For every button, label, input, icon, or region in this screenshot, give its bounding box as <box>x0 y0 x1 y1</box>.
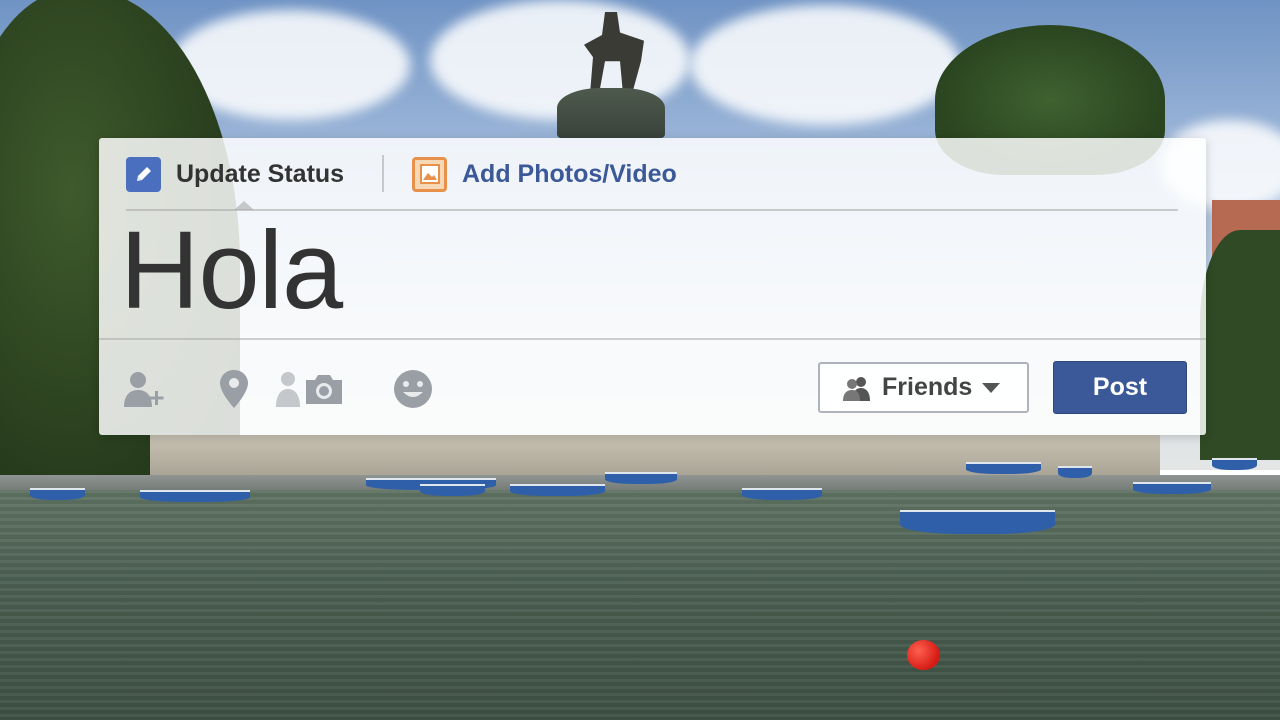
status-input[interactable]: Hola <box>120 213 343 329</box>
tab-add-photos-video-label: Add Photos/Video <box>462 159 677 188</box>
composer-tabs: Update Status Add Photos/Video <box>99 138 1206 211</box>
pencil-icon <box>126 156 161 192</box>
rowboat <box>420 484 485 496</box>
audience-selector-button[interactable]: Friends <box>818 362 1029 413</box>
rowboat <box>510 484 605 496</box>
status-composer: Update Status Add Photos/Video Hola Frie… <box>99 138 1206 435</box>
monument <box>557 88 665 138</box>
composer-footer-divider <box>99 338 1206 340</box>
rowboat <box>1212 458 1257 470</box>
red-buoy <box>907 640 940 670</box>
rowboat <box>1058 466 1092 478</box>
tab-update-status-label: Update Status <box>176 159 345 188</box>
friends-icon <box>842 375 872 401</box>
trees <box>1200 230 1280 460</box>
post-button[interactable]: Post <box>1053 361 1187 414</box>
cloud <box>690 5 960 125</box>
post-button-label: Post <box>1092 373 1148 401</box>
rowboat <box>900 510 1055 534</box>
tab-add-photos-video[interactable]: Add Photos/Video <box>412 154 677 194</box>
audience-label: Friends <box>882 373 973 401</box>
camera-icon[interactable] <box>301 366 347 412</box>
location-icon[interactable] <box>211 366 257 412</box>
tab-update-status[interactable]: Update Status <box>126 154 344 194</box>
photo-icon <box>412 156 447 192</box>
smiley-icon[interactable] <box>390 366 436 412</box>
rowboat <box>1133 482 1211 494</box>
rowboat <box>140 490 250 502</box>
tag-friends-icon[interactable] <box>122 366 168 412</box>
rowboat <box>966 462 1041 474</box>
lake-water <box>0 490 1280 720</box>
chevron-down-icon <box>982 382 1001 393</box>
tab-divider <box>382 155 384 192</box>
rowboat <box>605 472 677 484</box>
rowboat <box>30 488 85 500</box>
rowboat <box>742 488 822 500</box>
